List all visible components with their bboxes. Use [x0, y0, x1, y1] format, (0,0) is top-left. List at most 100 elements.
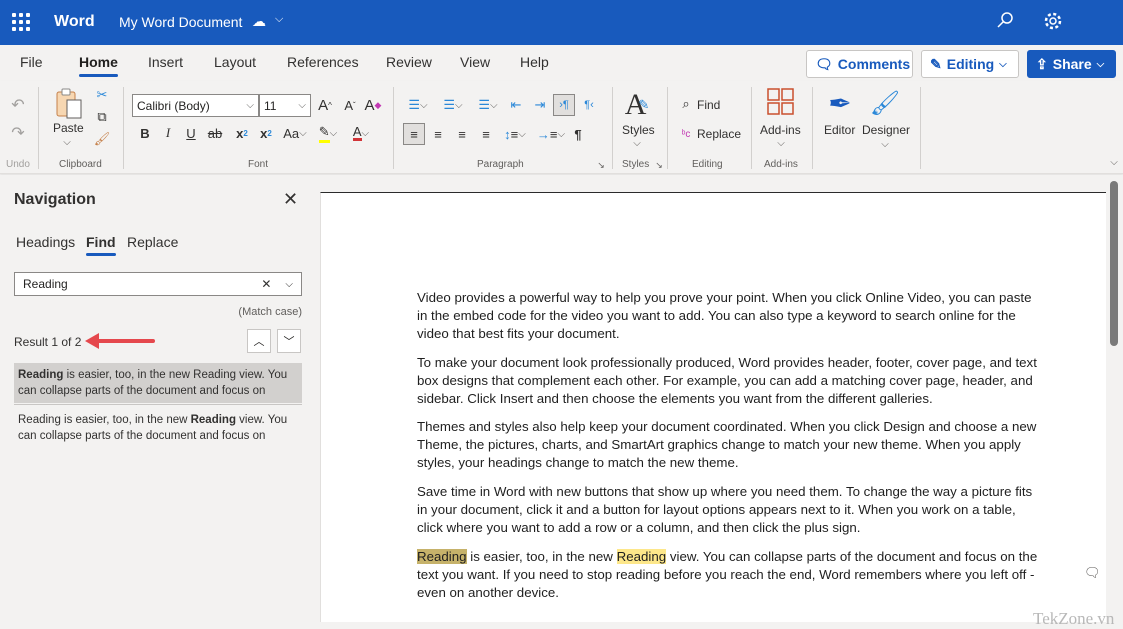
- editing-mode-button[interactable]: ✎ Editing ⌵: [921, 50, 1019, 78]
- subscript-icon[interactable]: x2: [234, 123, 250, 143]
- group-label-paragraph: Paragraph: [477, 159, 524, 170]
- group-label-styles: Styles: [622, 159, 650, 170]
- gear-icon[interactable]: [1043, 11, 1063, 31]
- cut-icon[interactable]: ✂: [94, 87, 110, 103]
- chevron-down-icon: ⌵: [246, 100, 254, 111]
- styles-icon[interactable]: A ✎: [620, 87, 654, 123]
- paste-label[interactable]: Paste: [53, 121, 84, 135]
- clear-search-icon[interactable]: ✕: [261, 277, 271, 291]
- styles-label[interactable]: Styles: [622, 123, 655, 137]
- find-button[interactable]: Find: [697, 98, 720, 112]
- tab-review[interactable]: Review: [386, 54, 432, 70]
- paragraph-spacing-icon[interactable]: → ≡ ⌵: [536, 123, 566, 145]
- clear-formatting-icon[interactable]: A ◆: [364, 95, 382, 115]
- strikethrough-icon[interactable]: ab: [206, 123, 224, 143]
- chevron-down-icon[interactable]: ⌵: [275, 13, 283, 26]
- tab-layout[interactable]: Layout: [214, 54, 256, 70]
- decrease-indent-icon[interactable]: ⇤: [507, 95, 525, 115]
- chevron-down-icon[interactable]: ⌵: [62, 137, 72, 148]
- chevron-down-icon[interactable]: ⌵: [776, 138, 786, 149]
- chevron-down-icon: ⌵: [298, 100, 306, 111]
- tab-references[interactable]: References: [287, 54, 359, 70]
- tab-home[interactable]: Home: [79, 54, 118, 77]
- document-canvas: Video provides a powerful way to help yo…: [318, 175, 1123, 628]
- highlight-color-button[interactable]: ✎ ⌵: [314, 123, 342, 143]
- cloud-saved-icon: ☁: [252, 13, 266, 29]
- paragraph[interactable]: Reading is easier, too, in the new Readi…: [417, 548, 1043, 602]
- editor-icon[interactable]: ✒: [824, 87, 856, 119]
- replace-icon[interactable]: ᵇc: [677, 125, 695, 143]
- search-icon[interactable]: [995, 11, 1015, 31]
- change-case-button[interactable]: Aa ⌵: [280, 123, 310, 143]
- bullets-icon[interactable]: ☰ ⌵: [404, 95, 432, 115]
- next-result-button[interactable]: ﹀: [277, 329, 301, 353]
- dialog-launcher-icon[interactable]: ↘: [596, 160, 606, 171]
- collapse-ribbon-icon[interactable]: ⌵: [1108, 157, 1120, 168]
- redo-icon[interactable]: ↷: [8, 123, 28, 143]
- nav-tab-headings[interactable]: Headings: [16, 234, 75, 250]
- copy-icon[interactable]: ⧉: [94, 109, 110, 125]
- share-button[interactable]: ⇪ Share ⌵: [1027, 50, 1116, 78]
- bold-icon[interactable]: B: [138, 123, 152, 143]
- nav-tab-find[interactable]: Find: [86, 234, 116, 256]
- close-icon[interactable]: ✕: [283, 189, 298, 210]
- tab-help[interactable]: Help: [520, 54, 549, 70]
- italic-icon[interactable]: I: [161, 123, 175, 143]
- add-ins-icon[interactable]: [766, 87, 796, 117]
- tab-view[interactable]: View: [460, 54, 490, 70]
- search-result-item[interactable]: Reading is easier, too, in the new Readi…: [14, 363, 302, 403]
- shrink-font-icon[interactable]: Aˇ: [341, 95, 359, 115]
- tab-insert[interactable]: Insert: [148, 54, 183, 70]
- chevron-down-icon: ⌵: [1096, 58, 1105, 70]
- underline-icon[interactable]: U: [184, 123, 198, 143]
- designer-icon[interactable]: 🖌: [870, 87, 900, 119]
- chevron-down-icon[interactable]: ⌵: [632, 138, 642, 149]
- find-search-input[interactable]: Reading ✕ ⌵: [14, 272, 302, 296]
- paragraph[interactable]: To make your document look professionall…: [417, 354, 1043, 408]
- dialog-launcher-icon[interactable]: ↘: [654, 160, 664, 171]
- document-title[interactable]: My Word Document: [119, 14, 242, 30]
- font-size-select[interactable]: 11 ⌵: [259, 94, 311, 117]
- justify-icon[interactable]: ≡: [477, 123, 495, 145]
- increase-indent-icon[interactable]: ⇥: [531, 95, 549, 115]
- font-color-button[interactable]: A ⌵: [347, 123, 375, 143]
- search-result-item[interactable]: Reading is easier, too, in the new Readi…: [14, 408, 302, 448]
- chevron-down-icon[interactable]: ⌵: [880, 139, 890, 150]
- previous-result-button[interactable]: ︿: [247, 329, 271, 353]
- match-highlight: Reading: [616, 549, 667, 564]
- paragraph[interactable]: Video provides a powerful way to help yo…: [417, 289, 1043, 343]
- nav-tab-replace[interactable]: Replace: [127, 234, 178, 250]
- show-formatting-icon[interactable]: ¶: [570, 123, 586, 145]
- comments-button[interactable]: 🗨 Comments: [806, 50, 913, 78]
- undo-icon[interactable]: ↶: [8, 95, 28, 115]
- paragraph[interactable]: Save time in Word with new buttons that …: [417, 483, 1043, 537]
- paste-icon[interactable]: [54, 87, 84, 121]
- align-right-icon[interactable]: ≡: [453, 123, 471, 145]
- font-name-select[interactable]: Calibri (Body) ⌵: [132, 94, 259, 117]
- divider: [751, 87, 752, 169]
- numbering-icon[interactable]: ☰ ⌵: [439, 95, 467, 115]
- align-left-icon[interactable]: ≡: [403, 123, 425, 145]
- app-launcher-icon[interactable]: [12, 13, 30, 31]
- align-center-icon[interactable]: ≡: [429, 123, 447, 145]
- app-name[interactable]: Word: [54, 13, 95, 31]
- add-ins-label[interactable]: Add-ins: [760, 123, 801, 137]
- vertical-scrollbar[interactable]: [1110, 181, 1118, 346]
- find-icon[interactable]: ⌕: [679, 95, 693, 113]
- chevron-down-icon[interactable]: ⌵: [285, 279, 293, 290]
- grow-font-icon[interactable]: A ^: [316, 95, 334, 115]
- ltr-icon[interactable]: ›¶: [553, 94, 575, 116]
- format-painter-icon[interactable]: 🖌: [94, 131, 111, 147]
- editor-button[interactable]: Editor: [824, 123, 855, 137]
- add-comment-icon[interactable]: 🗨: [1084, 565, 1101, 581]
- watermark: TekZone.vn: [1033, 609, 1115, 628]
- designer-button[interactable]: Designer: [862, 123, 910, 137]
- replace-button[interactable]: Replace: [697, 127, 741, 141]
- rtl-icon[interactable]: ¶‹: [580, 95, 598, 115]
- paragraph[interactable]: Themes and styles also help keep your do…: [417, 418, 1043, 472]
- superscript-icon[interactable]: x2: [258, 123, 274, 143]
- document-page[interactable]: Video provides a powerful way to help yo…: [320, 192, 1114, 628]
- line-spacing-icon[interactable]: ↕ ≡ ⌵: [500, 123, 530, 145]
- multilevel-list-icon[interactable]: ☰ ⌵: [474, 95, 502, 115]
- tab-file[interactable]: File: [20, 54, 43, 70]
